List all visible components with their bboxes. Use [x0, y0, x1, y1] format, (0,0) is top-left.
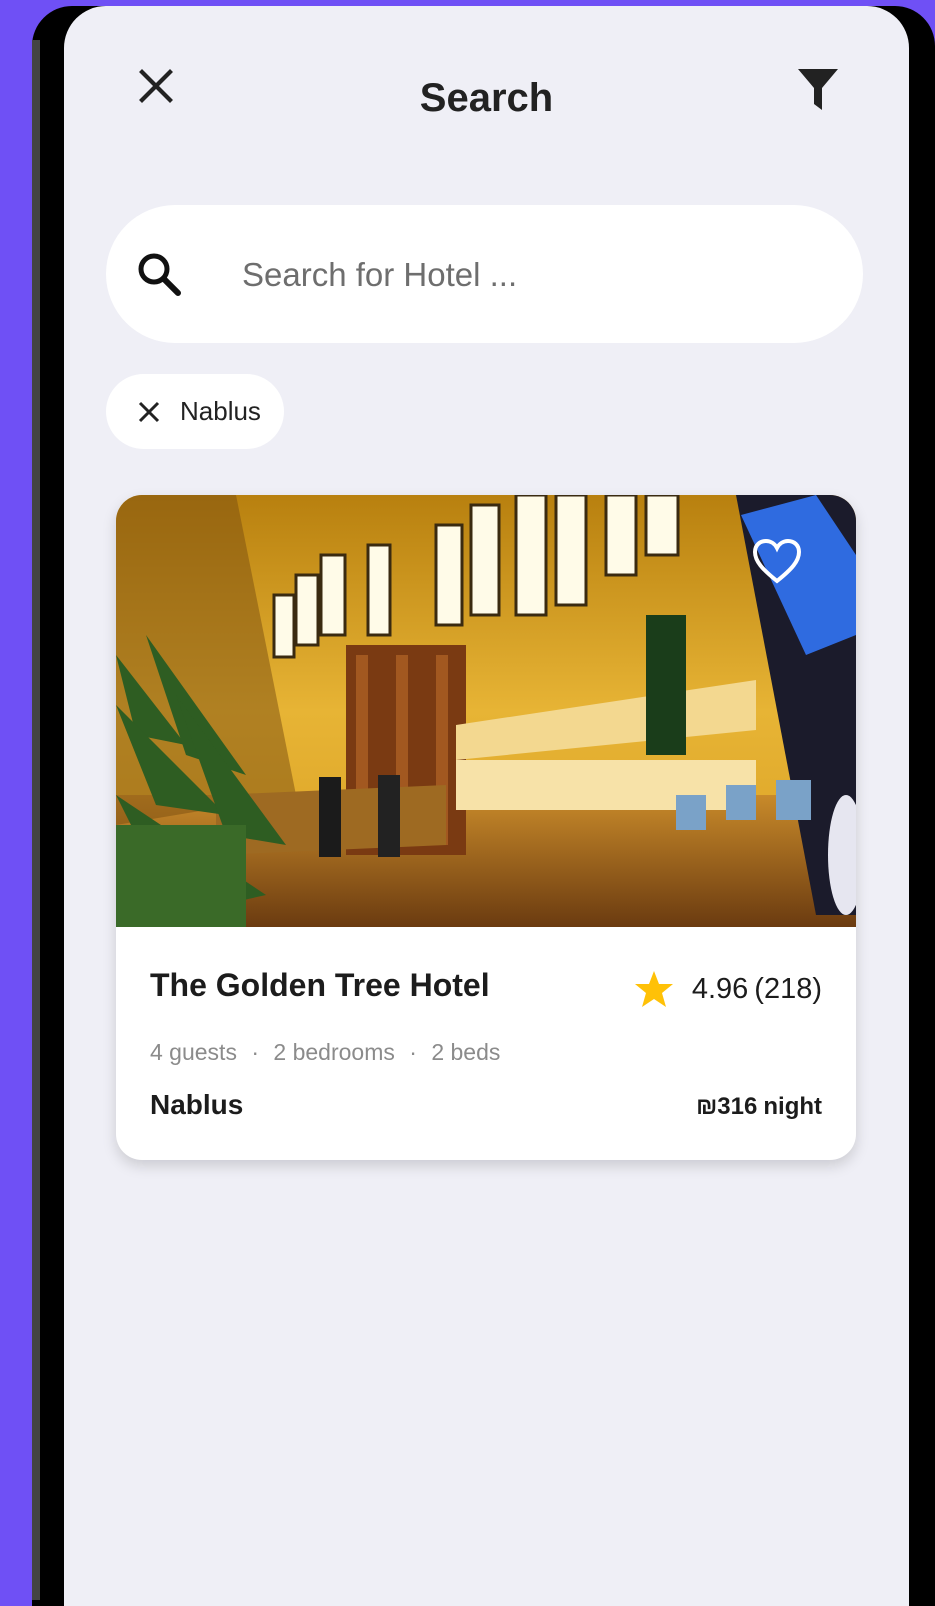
price-unit: night — [763, 1093, 822, 1120]
hotel-price: ₪316 night — [696, 1093, 822, 1121]
bedrooms-count: 2 bedrooms — [273, 1039, 395, 1065]
star-icon — [634, 971, 673, 1007]
chip-remove-button[interactable] — [134, 397, 164, 427]
rating-value: 4.96 — [691, 972, 749, 1005]
heart-outline-icon — [752, 539, 802, 584]
filter-icon — [798, 69, 838, 110]
hotel-location: Nablus — [150, 1089, 244, 1120]
beds-count: 2 beds — [431, 1039, 501, 1065]
search-icon — [138, 253, 181, 296]
rating-count: (218) — [754, 972, 822, 1005]
hotel-photo — [116, 495, 856, 927]
price-amount: ₪316 — [696, 1093, 758, 1120]
favorite-button[interactable] — [748, 533, 806, 591]
hotel-name: The Golden Tree Hotel — [150, 967, 490, 1003]
filter-button[interactable] — [790, 62, 846, 118]
separator: · — [251, 1039, 260, 1065]
close-icon — [138, 401, 160, 422]
guests-count: 4 guests — [150, 1039, 237, 1065]
page-title: Search — [419, 76, 554, 120]
hotel-rating: 4.96 (218) — [634, 969, 822, 1009]
phone-edge — [32, 40, 40, 1600]
app-screen: Search Nablus — [64, 6, 909, 1606]
search-bar — [106, 205, 863, 343]
search-input[interactable] — [240, 235, 824, 315]
chip-label: Nablus — [180, 396, 261, 426]
separator: · — [409, 1039, 417, 1065]
hotel-details: 4 guests · 2 bedrooms · 2 beds — [150, 1039, 500, 1066]
hotel-card[interactable]: The Golden Tree Hotel 4.96 (218) 4 guest… — [116, 495, 856, 1160]
filter-chip-location: Nablus — [106, 374, 284, 449]
